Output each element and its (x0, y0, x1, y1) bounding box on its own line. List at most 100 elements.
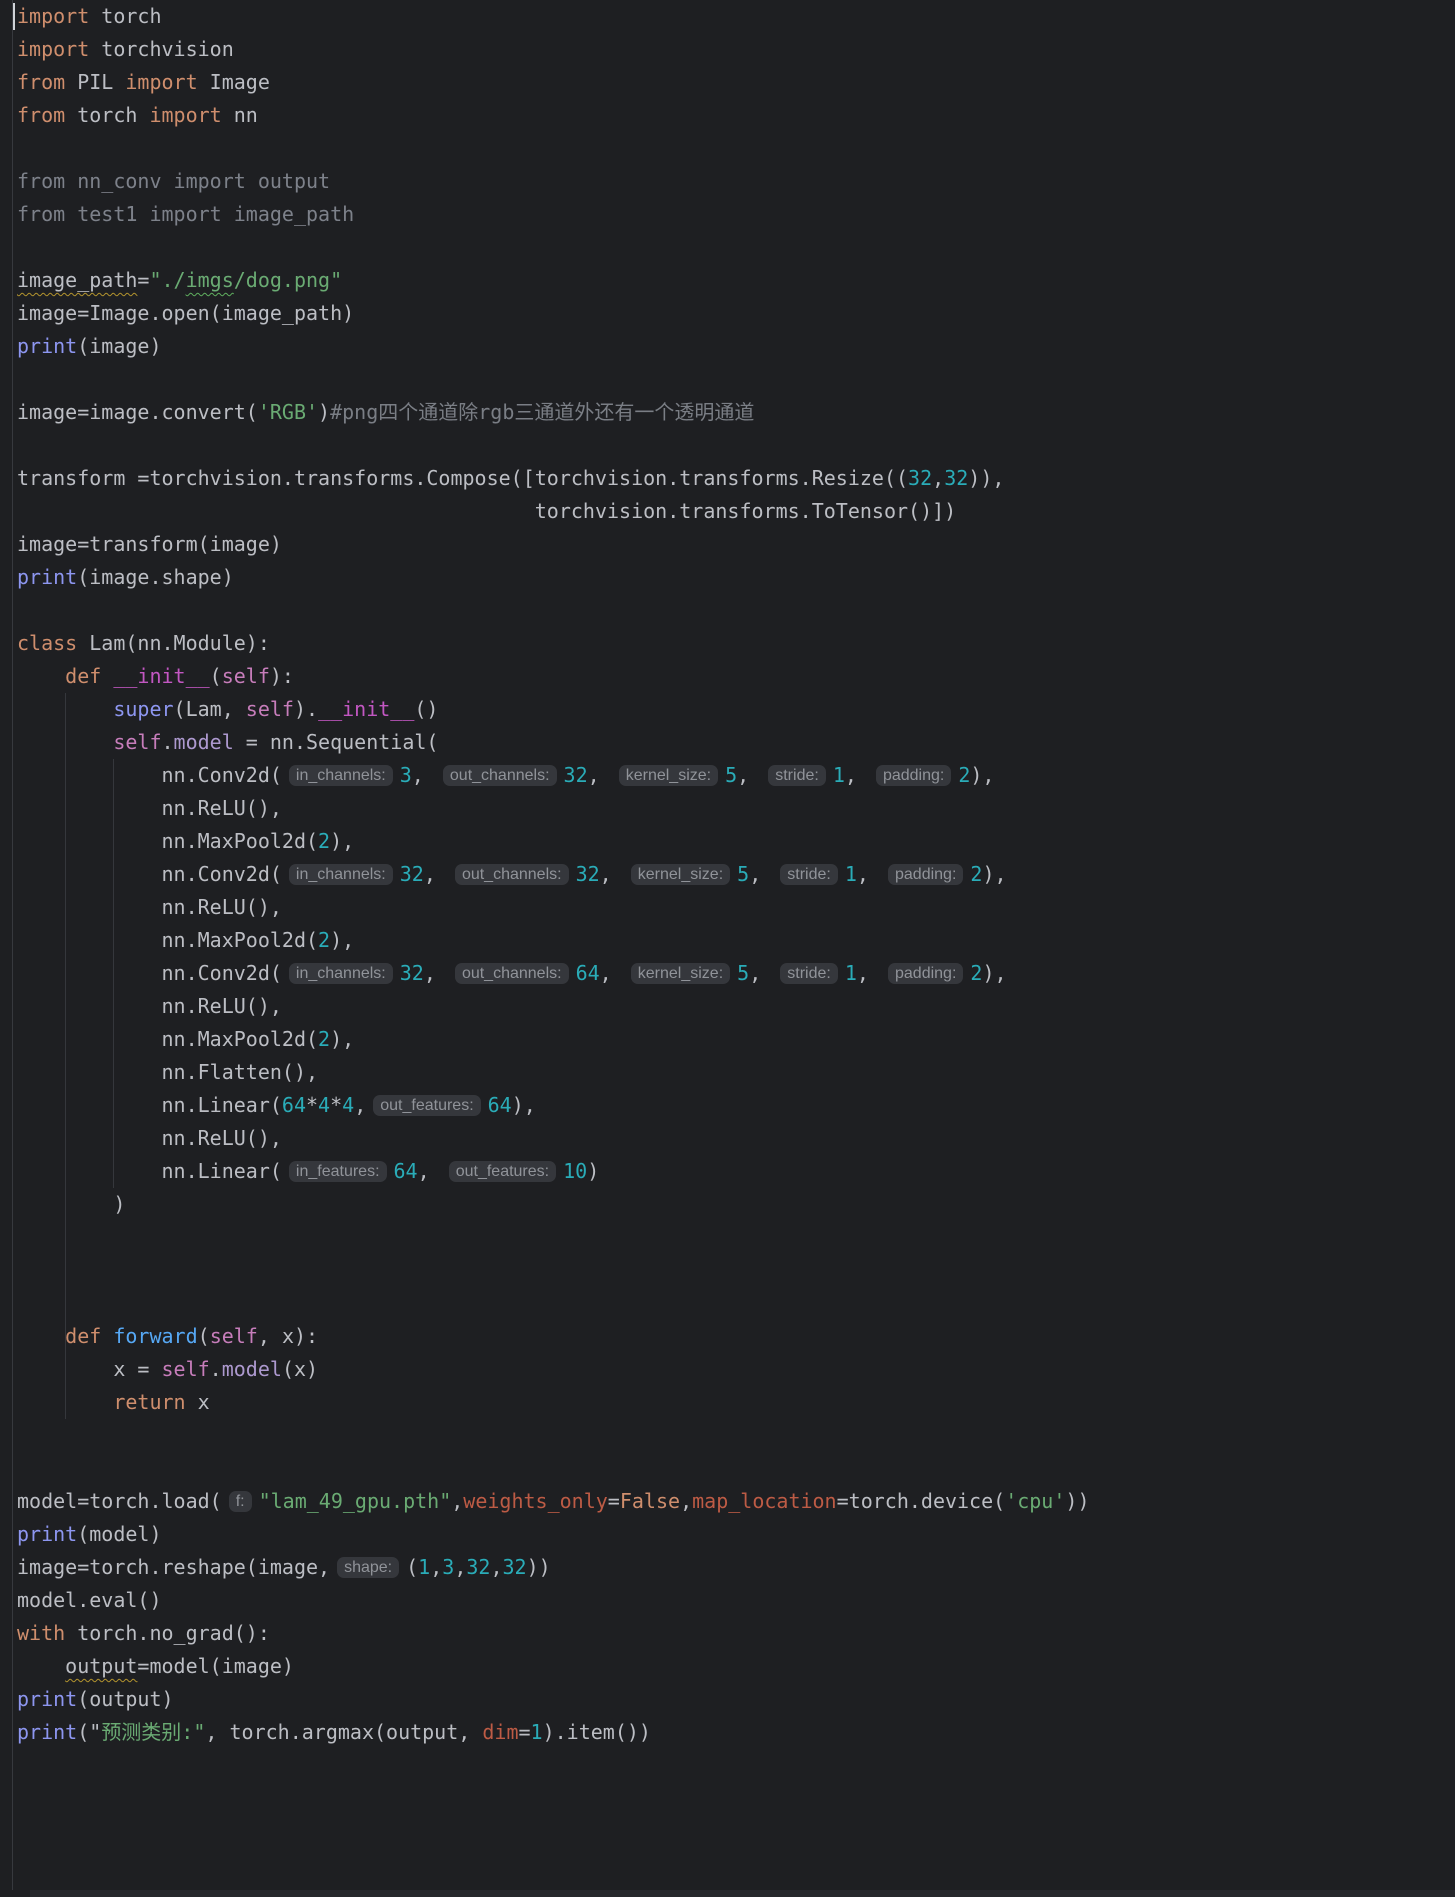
inlay-hint[interactable]: stride: (780, 963, 838, 984)
code-line[interactable]: nn.Conv2d(in_channels:32, out_channels:6… (17, 957, 1455, 990)
inlay-hint[interactable]: f: (229, 1491, 252, 1512)
inlay-hint[interactable]: padding: (876, 765, 951, 786)
editor[interactable]: import torchimport torchvisionfrom PIL i… (0, 0, 1455, 1897)
code-line[interactable]: nn.Conv2d(in_channels:3, out_channels:32… (17, 759, 1455, 792)
code-token: ).item()) (543, 1720, 651, 1744)
inlay-hint[interactable]: in_channels: (289, 765, 393, 786)
code-line[interactable]: with torch.no_grad(): (17, 1617, 1455, 1650)
code-token: print (17, 334, 77, 358)
code-line[interactable]: def __init__(self): (17, 660, 1455, 693)
code-line[interactable] (17, 1782, 1455, 1815)
code-line[interactable]: torchvision.transforms.ToTensor()]) (17, 495, 1455, 528)
code-line[interactable]: from test1 import image_path (17, 198, 1455, 231)
code-line[interactable]: image=torch.reshape(image,shape:(1,3,32,… (17, 1551, 1455, 1584)
code-line[interactable]: nn.Flatten(), (17, 1056, 1455, 1089)
code-token: = (608, 1489, 620, 1513)
code-line[interactable] (17, 429, 1455, 462)
inlay-hint[interactable]: padding: (888, 963, 963, 984)
code-line[interactable]: class Lam(nn.Module): (17, 627, 1455, 660)
code-line[interactable]: transform =torchvision.transforms.Compos… (17, 462, 1455, 495)
code-token: =model(image) (137, 1654, 294, 1678)
code-line[interactable]: image=Image.open(image_path) (17, 297, 1455, 330)
code-line[interactable] (17, 132, 1455, 165)
code-line[interactable]: print(image.shape) (17, 561, 1455, 594)
code-line[interactable]: image=transform(image) (17, 528, 1455, 561)
code-token: imgs (186, 268, 234, 292)
code-token: import (149, 103, 221, 127)
inlay-hint[interactable]: kernel_size: (619, 765, 718, 786)
code-line[interactable]: print(output) (17, 1683, 1455, 1716)
code-token: 4 (342, 1093, 354, 1117)
code-line[interactable]: model.eval() (17, 1584, 1455, 1617)
inlay-hint[interactable]: in_channels: (289, 864, 393, 885)
code-line[interactable]: super(Lam, self).__init__() (17, 693, 1455, 726)
code-line[interactable]: import torch (17, 0, 1455, 33)
code-line[interactable]: nn.Conv2d(in_channels:32, out_channels:3… (17, 858, 1455, 891)
code-token: . (162, 730, 174, 754)
inlay-hint[interactable]: out_channels: (455, 864, 569, 885)
inlay-hint[interactable]: out_features: (373, 1095, 480, 1116)
code-line[interactable]: self.model = nn.Sequential( (17, 726, 1455, 759)
code-line[interactable]: nn.ReLU(), (17, 891, 1455, 924)
code-line[interactable]: print("预测类别:", torch.argmax(output, dim=… (17, 1716, 1455, 1749)
code-token: 2 (318, 928, 330, 952)
code-line[interactable]: x = self.model(x) (17, 1353, 1455, 1386)
code-line[interactable] (17, 1254, 1455, 1287)
code-token: torchvision.transforms.ToTensor()]) (17, 499, 956, 523)
code-line[interactable]: nn.MaxPool2d(2), (17, 825, 1455, 858)
code-line[interactable] (17, 1815, 1455, 1848)
code-line[interactable]: from torch import nn (17, 99, 1455, 132)
code-token: , x): (258, 1324, 318, 1348)
code-line[interactable]: nn.Linear(64*4*4,out_features:64), (17, 1089, 1455, 1122)
code-line[interactable] (17, 1452, 1455, 1485)
code-line[interactable]: output=model(image) (17, 1650, 1455, 1683)
code-line[interactable] (17, 363, 1455, 396)
code-token: from (17, 70, 65, 94)
code-line[interactable]: nn.MaxPool2d(2), (17, 924, 1455, 957)
inlay-hint[interactable]: stride: (780, 864, 838, 885)
inlay-hint[interactable]: out_channels: (443, 765, 557, 786)
code-line[interactable]: import torchvision (17, 33, 1455, 66)
inlay-hint[interactable]: out_features: (449, 1161, 556, 1182)
code-line[interactable]: nn.MaxPool2d(2), (17, 1023, 1455, 1056)
code-line[interactable]: def forward(self, x): (17, 1320, 1455, 1353)
code-line[interactable] (17, 1749, 1455, 1782)
code-line[interactable]: print(model) (17, 1518, 1455, 1551)
code-line[interactable]: nn.ReLU(), (17, 990, 1455, 1023)
inlay-hint[interactable]: stride: (768, 765, 826, 786)
inlay-hint[interactable]: kernel_size: (631, 864, 730, 885)
code-line[interactable]: print(image) (17, 330, 1455, 363)
code-line[interactable] (17, 1848, 1455, 1881)
code-token: map_location (692, 1489, 837, 1513)
code-line[interactable] (17, 1287, 1455, 1320)
code-line[interactable]: from PIL import Image (17, 66, 1455, 99)
code-line[interactable]: return x (17, 1386, 1455, 1419)
inlay-hint[interactable]: shape: (337, 1557, 399, 1578)
inlay-hint[interactable]: in_features: (289, 1161, 387, 1182)
code-line[interactable]: from nn_conv import output (17, 165, 1455, 198)
code-line[interactable]: model=torch.load(f:"lam_49_gpu.pth",weig… (17, 1485, 1455, 1518)
code-token: , torch.argmax(output, (205, 1720, 482, 1744)
code-line[interactable] (17, 231, 1455, 264)
code-token: nn.ReLU(), (17, 796, 282, 820)
code-token: model.eval() (17, 1588, 162, 1612)
inlay-hint[interactable]: in_channels: (289, 963, 393, 984)
code-token: , (430, 1555, 442, 1579)
inlay-hint[interactable]: padding: (888, 864, 963, 885)
code-line[interactable]: nn.Linear(in_features:64, out_features:1… (17, 1155, 1455, 1188)
code-line[interactable]: image=image.convert('RGB')#png四个通道除rgb三通… (17, 396, 1455, 429)
code-line[interactable]: nn.ReLU(), (17, 792, 1455, 825)
code-line[interactable] (17, 594, 1455, 627)
code-token: 2 (958, 763, 970, 787)
code-token: image=Image.open(image_path) (17, 301, 354, 325)
code-line[interactable]: image_path="./imgs/dog.png" (17, 264, 1455, 297)
code-line[interactable] (17, 1221, 1455, 1254)
code-line[interactable]: nn.ReLU(), (17, 1122, 1455, 1155)
code-line[interactable] (17, 1419, 1455, 1452)
inlay-hint[interactable]: kernel_size: (631, 963, 730, 984)
code-token: , (588, 763, 612, 787)
code-line[interactable]: ) (17, 1188, 1455, 1221)
code-token: import (125, 70, 197, 94)
code-token: nn (222, 103, 258, 127)
inlay-hint[interactable]: out_channels: (455, 963, 569, 984)
